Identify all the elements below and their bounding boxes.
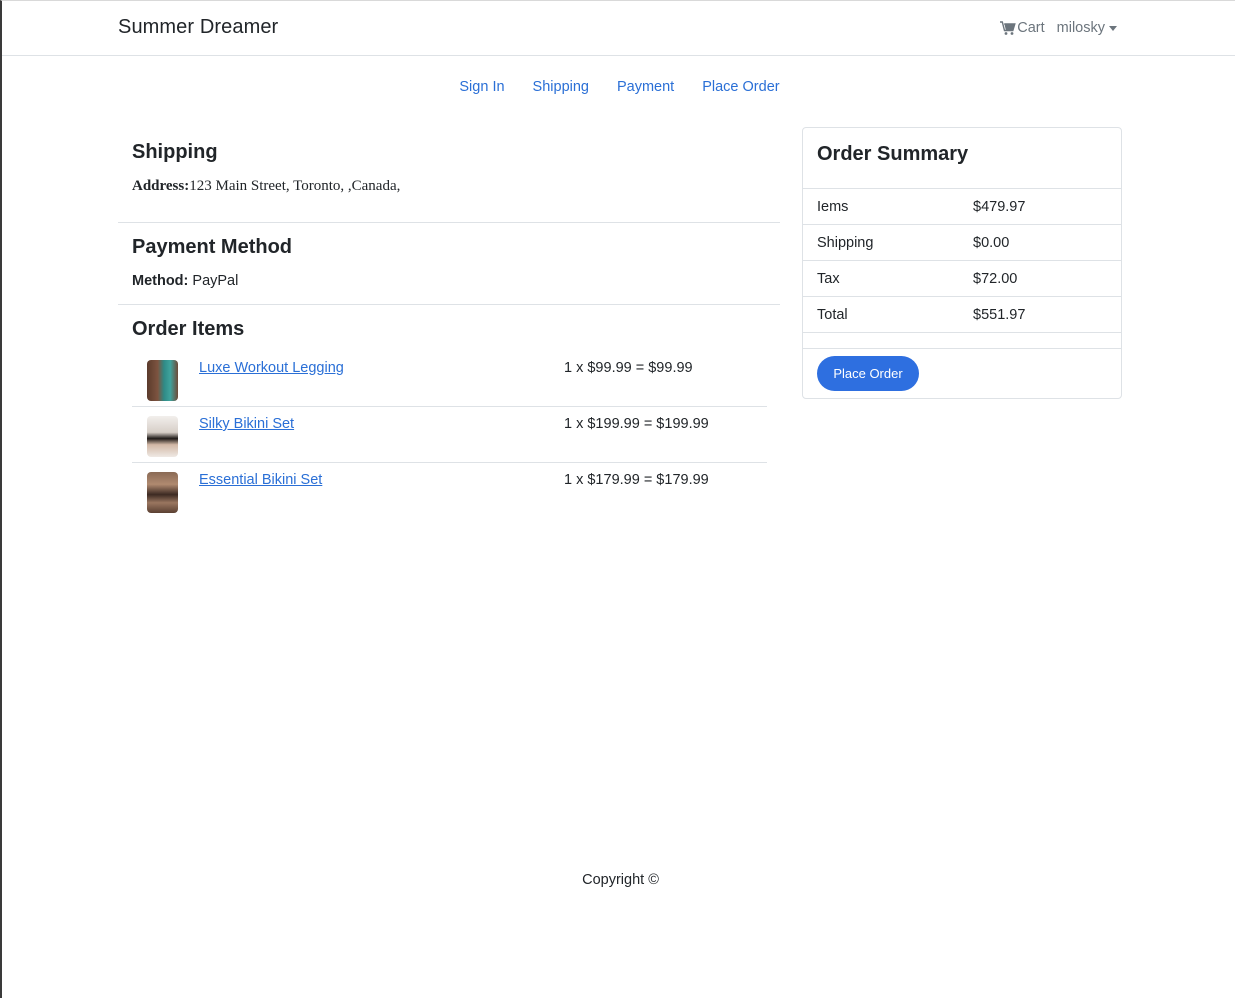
summary-row-tax: Tax $72.00 [803, 261, 1121, 297]
list-item: Essential Bikini Set 1 x $179.99 = $179.… [132, 463, 767, 519]
product-link[interactable]: Luxe Workout Legging [199, 360, 564, 406]
summary-label: Total [817, 306, 848, 323]
place-order-button[interactable]: Place Order [817, 356, 919, 391]
product-thumbnail [147, 360, 178, 401]
cart-label: Cart [1017, 20, 1045, 36]
summary-error-slot [803, 333, 1121, 349]
navbar: Summer Dreamer Cart milosky [2, 1, 1235, 56]
footer: Copyright © [0, 872, 1235, 888]
user-dropdown[interactable]: milosky [1057, 20, 1117, 36]
product-link[interactable]: Silky Bikini Set [199, 416, 564, 462]
user-name: milosky [1056, 20, 1105, 36]
summary-row-items: Iems $479.97 [803, 189, 1121, 225]
list-item: Silky Bikini Set 1 x $199.99 = $199.99 [132, 407, 767, 463]
summary-value: $0.00 [973, 234, 1010, 251]
shipping-title: Shipping [132, 141, 218, 163]
summary-label: Shipping [817, 234, 874, 251]
order-summary-card: Order Summary Iems $479.97 Shipping $0.0… [802, 127, 1122, 399]
summary-row-total: Total $551.97 [803, 297, 1121, 333]
product-price-line: 1 x $199.99 = $199.99 [564, 416, 709, 432]
order-summary-title: Order Summary [803, 128, 1121, 189]
address-value: 123 Main Street, Toronto, ,Canada, [189, 178, 401, 194]
step-sign-in[interactable]: Sign In [459, 79, 504, 95]
summary-value: $72.00 [973, 270, 1018, 287]
product-link[interactable]: Essential Bikini Set [199, 472, 564, 519]
summary-value: $479.97 [973, 198, 1026, 215]
summary-value: $551.97 [973, 306, 1026, 323]
address-label: Address: [132, 178, 190, 194]
copyright-text: Copyright © [582, 872, 659, 888]
shipping-section: Shipping Address:123 Main Street, Toront… [118, 128, 780, 223]
summary-label: Tax [817, 270, 840, 287]
cart-icon [1000, 21, 1016, 35]
product-price-line: 1 x $99.99 = $99.99 [564, 360, 693, 376]
checkout-steps: Sign In Shipping Payment Place Order [0, 79, 1235, 95]
product-thumbnail [147, 416, 178, 457]
summary-row-shipping: Shipping $0.00 [803, 225, 1121, 261]
nav-right: Cart milosky [1000, 20, 1117, 36]
list-item: Luxe Workout Legging 1 x $99.99 = $99.99 [132, 351, 767, 407]
method-value: PayPal [188, 273, 239, 289]
product-price-line: 1 x $179.99 = $179.99 [564, 472, 709, 488]
step-payment[interactable]: Payment [617, 79, 674, 95]
method-label: Method: [132, 273, 189, 289]
shipping-address: Address:123 Main Street, Toronto, ,Canad… [132, 178, 766, 195]
order-items-title: Order Items [132, 318, 245, 340]
cart-link[interactable]: Cart [1000, 20, 1045, 36]
order-details: Shipping Address:123 Main Street, Toront… [118, 128, 780, 531]
summary-label: Iems [817, 198, 849, 215]
product-thumbnail [147, 472, 178, 513]
step-place-order[interactable]: Place Order [702, 79, 779, 95]
payment-method: Method: PayPal [132, 273, 766, 289]
payment-section: Payment Method Method: PayPal [118, 223, 780, 305]
order-items-section: Order Items Luxe Workout Legging 1 x $99… [118, 305, 780, 531]
brand-logo[interactable]: Summer Dreamer [118, 16, 278, 39]
payment-title: Payment Method [132, 236, 293, 258]
place-order-wrap: Place Order [803, 349, 1121, 398]
caret-down-icon [1109, 25, 1117, 31]
step-shipping[interactable]: Shipping [533, 79, 589, 95]
